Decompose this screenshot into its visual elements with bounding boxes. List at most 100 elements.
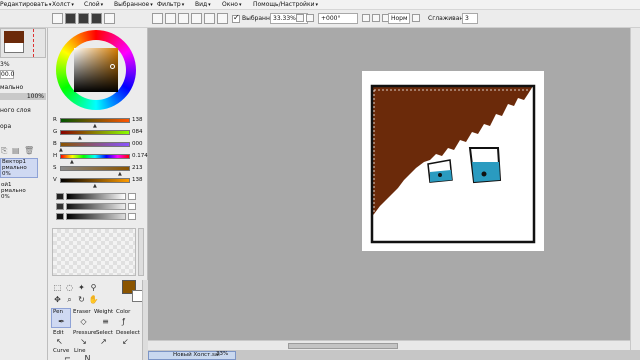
slider-g-track[interactable] bbox=[60, 130, 130, 135]
slider-s-label: S bbox=[53, 165, 57, 171]
navigator-angle[interactable]: 00.0 bbox=[0, 70, 14, 79]
show-selection-checkbox[interactable]: ✓ bbox=[232, 13, 240, 23]
weight-icon[interactable]: ≡ bbox=[100, 316, 111, 327]
scratchpad-toggle-button[interactable] bbox=[91, 13, 102, 24]
slider-h[interactable]: H ▲ 0.174 bbox=[48, 152, 148, 165]
slider-v-value: 138 bbox=[132, 177, 143, 183]
layer-opacity-value: 100% bbox=[26, 93, 44, 100]
scratchpad[interactable] bbox=[52, 228, 136, 276]
curve-icon[interactable]: ⌐ bbox=[62, 353, 73, 360]
smoothing-field[interactable]: 3 bbox=[462, 13, 478, 24]
slider-b[interactable]: B ▲ 000 bbox=[48, 140, 148, 153]
slider-s[interactable]: S ▲ 213 bbox=[48, 164, 148, 177]
deselect-button[interactable] bbox=[178, 13, 189, 24]
saturation-value-square[interactable] bbox=[74, 48, 118, 92]
navigator-image-brown bbox=[4, 31, 24, 43]
menu-selection[interactable]: Выбранное▾ bbox=[114, 1, 153, 8]
zoom-out-button[interactable] bbox=[296, 14, 304, 22]
layer-option-1[interactable]: ного слоя bbox=[0, 107, 31, 114]
rotate-tool-icon[interactable]: ↻ bbox=[76, 294, 87, 305]
slider-v[interactable]: V ▲ 138 bbox=[48, 176, 148, 189]
eraser-tool-label[interactable]: Eraser bbox=[73, 309, 91, 315]
horizontal-scrollbar[interactable] bbox=[148, 340, 630, 350]
vertical-scrollbar[interactable] bbox=[630, 28, 640, 350]
canvas-area[interactable] bbox=[148, 28, 640, 350]
slider-h-value: 0.174 bbox=[132, 153, 148, 159]
rotation-field[interactable]: +000° bbox=[318, 13, 358, 24]
color-picker-cursor[interactable] bbox=[110, 64, 115, 69]
pen-tool-label: Pen bbox=[53, 309, 63, 315]
color-wheel-toggle-button[interactable] bbox=[52, 13, 63, 24]
delete-layer-icon[interactable]: 🗑 bbox=[24, 146, 34, 155]
menu-filter[interactable]: Фильтр▾ bbox=[157, 1, 184, 8]
panel-toggle-button[interactable] bbox=[104, 13, 115, 24]
layer-item-layer1[interactable]: ой1 рмально 0% bbox=[0, 182, 38, 202]
blend-mode-select[interactable]: Норм bbox=[388, 13, 410, 24]
menu-canvas[interactable]: Холст▾ bbox=[52, 1, 74, 8]
color-tool-label[interactable]: Color bbox=[116, 309, 130, 315]
new-layer-icon[interactable]: ⎘ bbox=[1, 146, 7, 156]
scratchpad-scrollbar[interactable] bbox=[138, 228, 144, 276]
edit-icon[interactable]: ↖ bbox=[54, 336, 65, 347]
pressure-icon[interactable]: ↘ bbox=[78, 336, 89, 347]
slider-g-label: G bbox=[53, 129, 58, 135]
slider-b-value: 000 bbox=[132, 141, 143, 147]
menu-layer[interactable]: Слой▾ bbox=[84, 1, 103, 8]
pen-tool-button[interactable]: Pen ✒ bbox=[51, 308, 71, 328]
layer-blend-mode[interactable]: мально bbox=[0, 84, 23, 91]
document-tab-bar: Новый Холст.sai 33% bbox=[148, 350, 640, 360]
rotate-right-button[interactable] bbox=[372, 14, 380, 22]
swatches-toggle-button[interactable] bbox=[78, 13, 89, 24]
invert-selection-button[interactable] bbox=[191, 13, 202, 24]
swatch-row-3[interactable] bbox=[56, 213, 136, 220]
weight-tool-label[interactable]: Weight bbox=[94, 309, 113, 315]
new-folder-icon[interactable]: ▤ bbox=[12, 146, 20, 155]
menu-edit[interactable]: Редактировать▾ bbox=[0, 1, 51, 8]
slider-g[interactable]: G ▲ 084 bbox=[48, 128, 148, 141]
move-icon[interactable]: ✥ bbox=[52, 294, 63, 305]
palette-toggle-button[interactable] bbox=[65, 13, 76, 24]
select-icon[interactable]: ↗ bbox=[98, 336, 109, 347]
slider-s-value: 213 bbox=[132, 165, 143, 171]
navigator-zoom[interactable]: 3% bbox=[0, 61, 10, 68]
lasso-icon[interactable]: ◌ bbox=[64, 282, 75, 293]
line-icon[interactable]: N bbox=[82, 353, 93, 360]
slider-r-label: R bbox=[53, 117, 57, 123]
slider-v-thumb[interactable]: ▲ bbox=[93, 183, 97, 189]
menu-window[interactable]: Окно▾ bbox=[222, 1, 241, 8]
canvas-drawing[interactable] bbox=[148, 28, 640, 340]
layer-opacity-bar[interactable]: 100% bbox=[0, 93, 46, 100]
eraser-icon[interactable]: ◇ bbox=[78, 316, 89, 327]
navigator-preview[interactable] bbox=[0, 28, 46, 58]
navigator-view-frame bbox=[33, 29, 34, 57]
redo-button[interactable] bbox=[165, 13, 176, 24]
color-tool-icon[interactable]: ƒ bbox=[118, 316, 129, 327]
undo-button[interactable] bbox=[152, 13, 163, 24]
layer-opacity: 0% bbox=[2, 171, 11, 177]
menu-view[interactable]: Вид▾ bbox=[195, 1, 211, 8]
flip-horizontal-button[interactable] bbox=[412, 14, 420, 22]
zoom-in-button[interactable] bbox=[306, 14, 314, 22]
rect-select-icon[interactable]: ⬚ bbox=[52, 282, 63, 293]
navigator-layer-panel: 3% 00.0 мально 100% ного слоя ора ⎘ ▤ 🗑 … bbox=[0, 28, 48, 360]
slider-g-value: 084 bbox=[132, 129, 143, 135]
swatch-row-1[interactable] bbox=[56, 193, 136, 200]
deselect-icon[interactable]: ↙ bbox=[120, 336, 131, 347]
rotate-left-button[interactable] bbox=[362, 14, 370, 22]
magic-wand-icon[interactable]: ✦ bbox=[76, 282, 87, 293]
transform-button[interactable] bbox=[204, 13, 215, 24]
menu-help-settings[interactable]: Помощь/Настройки▾ bbox=[253, 1, 318, 8]
slider-b-track[interactable] bbox=[60, 142, 130, 147]
color-tool-panel: R ▲ 138 G ▲ 084 B ▲ 000 H ▲ 0.174 S ▲ 21… bbox=[48, 28, 148, 360]
layer-item-vector1[interactable]: Вектор1 рмально 0% bbox=[0, 158, 38, 178]
swatch-row-2[interactable] bbox=[56, 203, 136, 210]
slider-r[interactable]: R ▲ 138 bbox=[48, 116, 148, 129]
layer-option-2[interactable]: ора bbox=[0, 123, 11, 130]
hand-icon[interactable]: ✋ bbox=[88, 294, 99, 305]
horizontal-scrollbar-thumb[interactable] bbox=[288, 343, 398, 349]
flip-button[interactable] bbox=[217, 13, 228, 24]
eyedropper-icon[interactable]: ⚲ bbox=[88, 282, 99, 293]
menu-bar: Редактировать▾ Холст▾ Слой▾ Выбранное▾ Ф… bbox=[0, 0, 640, 10]
zoom-tool-icon[interactable]: ⌕ bbox=[64, 294, 75, 305]
slider-h-label: H bbox=[53, 153, 58, 159]
